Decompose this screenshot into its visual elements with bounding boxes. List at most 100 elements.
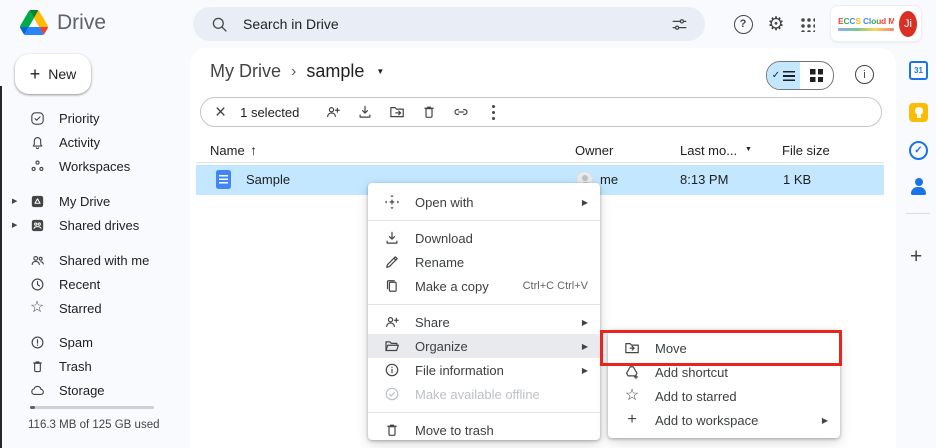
keep-icon[interactable] xyxy=(909,103,928,122)
column-header-file-size[interactable]: File size xyxy=(782,143,830,158)
account-badge[interactable]: ECCS Cloud Mail Ji xyxy=(830,5,922,42)
move-button[interactable] xyxy=(381,100,413,124)
search-icon[interactable] xyxy=(207,12,231,36)
calendar-icon[interactable]: 31 xyxy=(909,61,928,80)
search-bar[interactable]: Search in Drive xyxy=(193,7,705,41)
menu-item-label: Rename xyxy=(415,255,588,270)
file-owner: me xyxy=(600,172,618,187)
menu-item-organize[interactable]: Organize ▶ xyxy=(368,334,600,358)
organize-submenu: Move Add shortcut ☆ Add to starred + Add… xyxy=(608,330,840,438)
menu-item-label: Move xyxy=(655,341,828,356)
submenu-arrow-icon: ▶ xyxy=(582,198,588,207)
column-header-owner[interactable]: Owner xyxy=(575,143,613,158)
info-circle-icon xyxy=(382,360,402,380)
sidebar-item-priority[interactable]: Priority xyxy=(0,106,186,130)
expand-arrow-icon[interactable]: ▶ xyxy=(12,221,17,229)
menu-item-move-to-trash[interactable]: Move to trash xyxy=(368,418,600,442)
menu-item-open-with[interactable]: Open with ▶ xyxy=(368,190,600,214)
get-add-ons-button[interactable]: + xyxy=(910,246,922,267)
menu-item-rename[interactable]: Rename xyxy=(368,250,600,274)
settings-button[interactable]: ⚙ xyxy=(764,12,788,36)
list-view-button[interactable]: ✓ xyxy=(767,62,800,89)
sidebar-item-shared-drives[interactable]: ▶ Shared drives xyxy=(0,213,186,237)
caret-down-icon[interactable]: ▼ xyxy=(376,67,384,76)
plus-icon: + xyxy=(622,410,642,430)
sidebar-item-starred[interactable]: ☆ Starred xyxy=(0,296,186,320)
gear-icon: ⚙ xyxy=(767,15,784,34)
sidebar-item-label: Priority xyxy=(59,111,99,126)
search-input[interactable]: Search in Drive xyxy=(243,16,655,32)
sidebar-item-label: Workspaces xyxy=(59,159,130,174)
link-icon[interactable] xyxy=(445,100,477,124)
drive-logo[interactable]: Drive xyxy=(20,10,106,35)
pencil-icon xyxy=(382,252,402,272)
column-header-name[interactable]: Name xyxy=(210,143,245,158)
sidebar-item-label: My Drive xyxy=(59,194,110,209)
app-title: Drive xyxy=(57,11,106,35)
file-name[interactable]: Sample xyxy=(246,172,290,187)
menu-divider xyxy=(368,412,600,413)
sidebar-item-storage[interactable]: Storage xyxy=(0,378,186,402)
sort-arrow-icon[interactable]: ↑ xyxy=(250,142,257,158)
menu-item-share[interactable]: Share ▶ xyxy=(368,310,600,334)
submenu-item-add-shortcut[interactable]: Add shortcut xyxy=(608,360,840,384)
sidebar-item-label: Activity xyxy=(59,135,100,150)
help-button[interactable]: ? xyxy=(731,12,755,36)
sidebar-item-trash[interactable]: Trash xyxy=(0,354,186,378)
submenu-item-add-to-starred[interactable]: ☆ Add to starred xyxy=(608,384,840,408)
trash-icon xyxy=(382,420,402,440)
bell-icon xyxy=(28,133,46,151)
org-logo-title: ECCS Cloud Mail xyxy=(838,16,894,26)
priority-icon xyxy=(28,109,46,127)
sidebar-item-spam[interactable]: Spam xyxy=(0,330,186,354)
download-button[interactable] xyxy=(349,100,381,124)
column-header-last-modified[interactable]: Last mo... xyxy=(680,143,737,158)
details-button[interactable]: i xyxy=(855,65,874,84)
menu-item-label: Add to workspace xyxy=(655,413,822,428)
submenu-arrow-icon: ▶ xyxy=(582,366,588,375)
breadcrumb-my-drive[interactable]: My Drive xyxy=(210,61,281,82)
more-options-button[interactable] xyxy=(477,100,509,124)
tasks-icon[interactable]: ✓ xyxy=(909,141,928,160)
menu-item-label: Open with xyxy=(415,195,582,210)
submenu-item-move[interactable]: Move xyxy=(608,336,840,360)
sidebar-item-my-drive[interactable]: ▶ My Drive xyxy=(0,189,186,213)
submenu-item-add-to-workspace[interactable]: + Add to workspace ▶ xyxy=(608,408,840,432)
sidebar-item-label: Storage xyxy=(59,383,105,398)
expand-arrow-icon[interactable]: ▶ xyxy=(12,197,17,205)
more-vert-icon xyxy=(492,105,495,108)
menu-item-download[interactable]: Download xyxy=(368,226,600,250)
grid-view-button[interactable] xyxy=(800,62,833,89)
org-logo-subtitle-line xyxy=(838,28,894,31)
menu-divider xyxy=(368,220,600,221)
menu-item-label: Add shortcut xyxy=(655,365,828,380)
sidebar-item-activity[interactable]: Activity xyxy=(0,130,186,154)
check-icon: ✓ xyxy=(772,70,780,81)
star-icon: ☆ xyxy=(28,299,46,317)
sidebar-item-shared-with-me[interactable]: Shared with me xyxy=(0,248,186,272)
menu-item-file-information[interactable]: File information ▶ xyxy=(368,358,600,382)
breadcrumb-current-folder[interactable]: sample xyxy=(306,61,364,82)
menu-item-label: Share xyxy=(415,315,582,330)
apps-grid-icon xyxy=(801,18,815,32)
sidebar-item-recent[interactable]: Recent xyxy=(0,272,186,296)
submenu-arrow-icon: ▶ xyxy=(822,416,828,425)
open-with-icon xyxy=(382,192,402,212)
question-icon: ? xyxy=(734,15,753,34)
google-drive-window: Drive Search in Drive ? ⚙ ECCS Cloud Mai… xyxy=(0,0,936,448)
add-shortcut-icon xyxy=(622,362,642,382)
google-apps-button[interactable] xyxy=(796,13,820,37)
org-logo: ECCS Cloud Mail xyxy=(838,16,894,31)
share-button[interactable] xyxy=(317,100,349,124)
folder-open-icon xyxy=(382,336,402,356)
new-button[interactable]: + New xyxy=(15,54,91,94)
trash-button[interactable] xyxy=(413,100,445,124)
avatar[interactable]: Ji xyxy=(899,11,917,37)
storage-progress-bar xyxy=(30,406,154,409)
sidebar-item-workspaces[interactable]: Workspaces xyxy=(0,154,186,178)
menu-item-make-a-copy[interactable]: Make a copy Ctrl+C Ctrl+V xyxy=(368,274,600,298)
contacts-icon[interactable] xyxy=(909,177,928,196)
advanced-search-icon[interactable] xyxy=(667,12,691,36)
close-selection-button[interactable]: × xyxy=(215,103,226,122)
copy-icon xyxy=(382,276,402,296)
